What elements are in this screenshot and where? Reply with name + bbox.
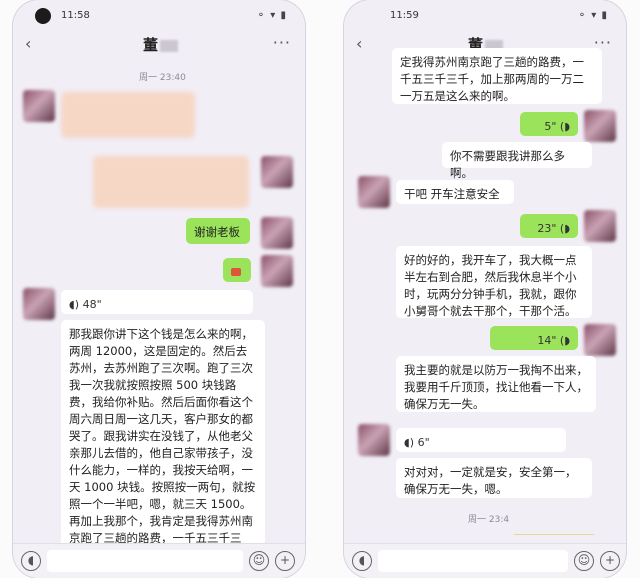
emoji-icon[interactable]: ☺: [249, 551, 269, 571]
voice-icon[interactable]: ◖: [352, 551, 372, 571]
back-arrow-icon[interactable]: ‹: [25, 34, 31, 53]
plus-icon[interactable]: +: [275, 551, 295, 571]
red-packet-icon: [231, 268, 241, 276]
avatar[interactable]: [261, 255, 293, 287]
text-bubble[interactable]: 你不需要跟我讲那么多啊。: [442, 142, 592, 180]
voice-message[interactable]: ◖) 48": [61, 290, 253, 314]
input-bar: ◖ ☺ +: [13, 543, 305, 578]
avatar[interactable]: [358, 424, 390, 456]
timestamp: 周一 23:4: [468, 515, 510, 525]
camera-notch: [35, 8, 51, 24]
plus-icon[interactable]: +: [600, 551, 620, 571]
avatar[interactable]: [261, 156, 293, 188]
voice-duration: 23": [537, 222, 557, 235]
input-bar: ◖ ☺ +: [344, 543, 626, 578]
status-icons: ⚬ ▾ ▮: [256, 10, 287, 21]
scan-artifact: [514, 534, 594, 535]
long-text-bubble[interactable]: 那我跟你讲下这个钱是怎么来的啊，两周 12000，这是固定的。然后去苏州，去苏州…: [61, 320, 265, 546]
back-arrow-icon[interactable]: ‹: [356, 34, 362, 53]
voice-message[interactable]: 14" (◗: [490, 326, 578, 350]
avatar[interactable]: [23, 288, 55, 320]
status-time: 11:58: [61, 10, 90, 21]
right-phone-screen: 11:59 ⚬ ▾ ▮ ‹ 董 ··· 定我得苏州南京跑了三趟的路费，一千五三千…: [344, 0, 626, 578]
emoji-icon[interactable]: ☺: [574, 551, 594, 571]
text-bubble[interactable]: 好的好的，我开车了，我大概一点半左右到合肥，然后我休息半个小时，玩两分分钟手机，…: [396, 246, 592, 318]
timestamp: 周一 23:40: [139, 73, 186, 83]
status-icons: ⚬ ▾ ▮: [577, 10, 608, 21]
transfer-card-blurred[interactable]: [61, 92, 195, 138]
chat-title: 董: [143, 34, 179, 55]
voice-duration: 5": [544, 120, 557, 133]
transfer-card-blurred[interactable]: [93, 156, 249, 208]
message-input[interactable]: [378, 550, 568, 572]
avatar[interactable]: [358, 176, 390, 208]
voice-duration: 6": [417, 436, 430, 449]
red-packet-bubble[interactable]: [223, 258, 251, 282]
voice-icon[interactable]: ◖: [21, 551, 41, 571]
avatar[interactable]: [261, 217, 293, 249]
avatar[interactable]: [584, 210, 616, 242]
voice-wave-icon: (◗: [559, 120, 570, 133]
voice-message[interactable]: 23" (◗: [520, 214, 578, 238]
text-bubble[interactable]: 我主要的就是以防万一我掏不出来，我要用千斤顶顶，找让他看一下人，确保万无一失。: [396, 356, 596, 412]
avatar[interactable]: [584, 110, 616, 142]
voice-wave-icon: ◖): [69, 298, 80, 311]
status-time: 11:59: [390, 10, 419, 21]
voice-message[interactable]: ◖) 6": [396, 428, 566, 452]
text-bubble[interactable]: 定我得苏州南京跑了三趟的路费，一千五三千三千，加上那两周的一万二一万五是这么来的…: [392, 48, 602, 104]
left-phone-screen: 11:58 ⚬ ▾ ▮ ‹ 董 ··· 周一 23:40 谢谢老板 ◖) 48"…: [13, 0, 305, 578]
message-input[interactable]: [47, 550, 243, 572]
avatar[interactable]: [23, 90, 55, 122]
message-bubble[interactable]: 谢谢老板: [186, 218, 250, 244]
avatar[interactable]: [584, 324, 616, 356]
text-bubble[interactable]: 干吧 开车注意安全: [396, 180, 514, 204]
chat-header: ‹ 董 ···: [13, 28, 305, 60]
voice-message[interactable]: 5" (◗: [520, 112, 578, 136]
voice-duration: 48": [82, 298, 102, 311]
text-bubble[interactable]: 对对对，一定就是安，安全第一，确保万无一失，嗯。: [396, 458, 592, 498]
voice-wave-icon: ◖): [404, 436, 415, 449]
more-icon[interactable]: ···: [273, 33, 291, 52]
voice-duration: 14": [537, 334, 557, 347]
voice-wave-icon: (◗: [559, 222, 570, 235]
voice-wave-icon: (◗: [559, 334, 570, 347]
